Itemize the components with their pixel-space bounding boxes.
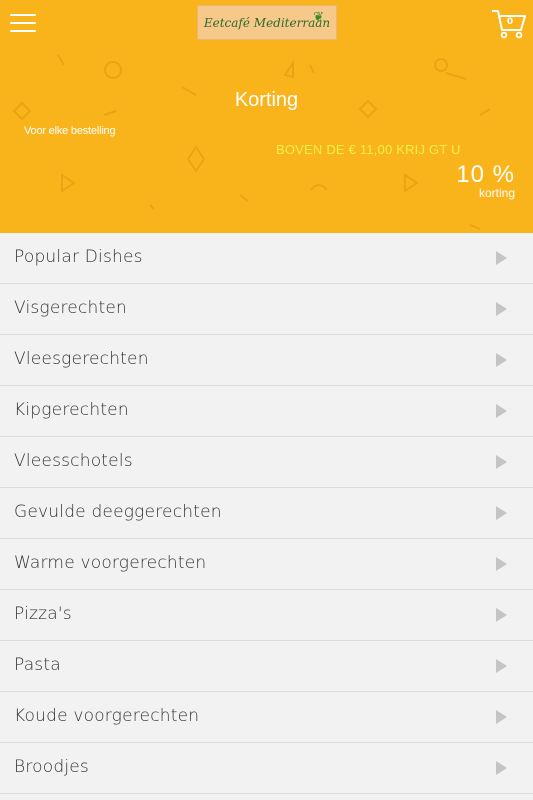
category-list: Popular Dishes Visgerechten Vleesgerecht… (0, 233, 533, 794)
category-label: Koude voorgerechten (14, 706, 200, 726)
category-vleesschotels[interactable]: Vleesschotels (0, 437, 533, 488)
category-visgerechten[interactable]: Visgerechten (0, 284, 533, 335)
category-label: Warme voorgerechten (14, 553, 207, 573)
category-label: Vleesgerechten (14, 349, 149, 369)
category-label: Visgerechten (14, 298, 127, 318)
chevron-right-icon (496, 353, 507, 367)
chevron-right-icon (496, 251, 507, 265)
category-koude-voorgerechten[interactable]: Koude voorgerechten (0, 692, 533, 743)
leaf-icon: ❦ (313, 10, 324, 25)
category-label: Popular Dishes (14, 247, 143, 267)
category-warme-voorgerechten[interactable]: Warme voorgerechten (0, 539, 533, 590)
chevron-right-icon (496, 608, 507, 622)
banner-offer-text: BOVEN DE € 11,00 KRIJ GT U (276, 142, 461, 157)
category-pasta[interactable]: Pasta (0, 641, 533, 692)
category-popular-dishes[interactable]: Popular Dishes (0, 233, 533, 284)
discount-percent: 10 % (456, 161, 515, 188)
chevron-right-icon (496, 302, 507, 316)
cart-button[interactable]: 0 (491, 8, 527, 40)
category-gevulde-deeggerechten[interactable]: Gevulde deeggerechten (0, 488, 533, 539)
category-kipgerechten[interactable]: Kipgerechten (0, 386, 533, 437)
category-broodjes[interactable]: Broodjes (0, 743, 533, 794)
category-label: Vleesschotels (14, 451, 133, 471)
category-pizzas[interactable]: Pizza's (0, 590, 533, 641)
category-label: Pizza's (14, 604, 72, 624)
chevron-right-icon (496, 710, 507, 724)
logo-text: Eetcafé Mediterraan (203, 15, 331, 30)
cart-count-badge: 0 (506, 17, 514, 27)
discount-label: korting (478, 186, 515, 200)
hamburger-icon[interactable] (10, 12, 36, 34)
chevron-right-icon (496, 761, 507, 775)
chevron-right-icon (496, 557, 507, 571)
top-bar: Eetcafé Mediterraan ❦ 0 (0, 0, 533, 45)
chevron-right-icon (496, 659, 507, 673)
banner-title: Korting (234, 89, 299, 111)
category-vleesgerechten[interactable]: Vleesgerechten (0, 335, 533, 386)
chevron-right-icon (496, 506, 507, 520)
category-label: Pasta (14, 655, 61, 675)
banner-pattern (12, 54, 491, 230)
logo[interactable]: Eetcafé Mediterraan ❦ (197, 5, 337, 40)
category-label: Broodjes (14, 757, 89, 777)
chevron-right-icon (496, 455, 507, 469)
discount-banner: Korting Voor elke bestelling BOVEN DE € … (0, 45, 533, 233)
chevron-right-icon (496, 404, 507, 418)
category-label: Kipgerechten (14, 400, 129, 420)
banner-subtitle: Voor elke bestelling (24, 125, 116, 137)
category-label: Gevulde deeggerechten (14, 502, 222, 522)
